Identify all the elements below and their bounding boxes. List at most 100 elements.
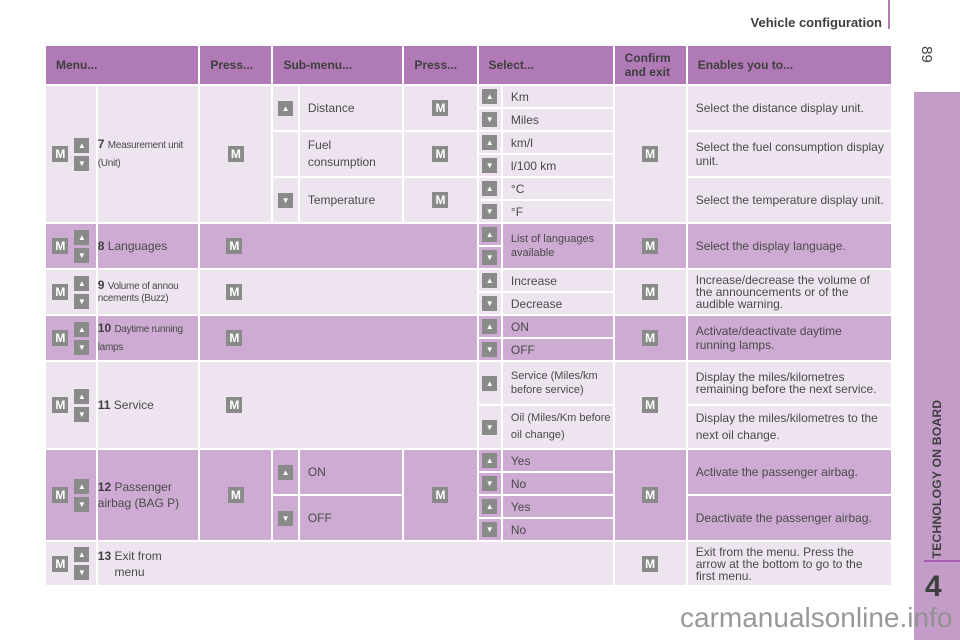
- option-off: OFF: [502, 339, 613, 360]
- m-key-icon: M: [642, 284, 659, 300]
- description: Display the miles/kilometres remaining b…: [687, 362, 891, 404]
- column-header-submenu: Sub-menu...: [273, 46, 403, 84]
- m-key-icon: M: [642, 146, 659, 162]
- arrow-down-icon: ▼: [482, 419, 498, 435]
- table-row: M ▲ ▼ 8 Languages M ▲ List of languages av…: [46, 224, 891, 268]
- description: Select the distance display unit.: [687, 86, 891, 130]
- section-title: Vehicle configuration: [750, 15, 882, 30]
- arrow-down-icon: ▼: [74, 406, 90, 422]
- arrow-up-icon: ▲: [74, 321, 90, 337]
- menu-item-12: 12 Passenger airbag (BAG P): [97, 450, 199, 540]
- menu-item-10: 10 Daytime running lamps: [97, 316, 199, 360]
- menu-item-13: 13 Exit from menu: [97, 542, 613, 585]
- option-language-list: List of languages available: [502, 224, 613, 268]
- submenu-on: ON: [299, 450, 403, 494]
- option-km-l: km/l: [502, 132, 613, 153]
- chapter-tab-divider: [924, 560, 960, 562]
- description: Select the temperature display unit.: [687, 178, 891, 222]
- submenu-fuel-consumption: Fuel consumption: [299, 132, 403, 176]
- menu-configuration-table: Menu... Press... Sub-menu... Press... Se…: [44, 44, 893, 587]
- option-yes: Yes: [502, 450, 613, 471]
- chapter-tab[interactable]: TECHNOLOGY ON BOARD 4: [914, 92, 960, 640]
- m-key-icon: M: [52, 555, 69, 572]
- arrow-down-icon: ▼: [74, 565, 90, 580]
- description: Select the fuel consumption display unit…: [687, 132, 891, 176]
- watermark: carmanualsonline.info: [680, 602, 953, 633]
- arrow-up-icon: ▲: [278, 100, 294, 116]
- arrow-up-icon: ▲: [74, 275, 90, 291]
- arrow-down-icon: ▼: [482, 112, 498, 128]
- m-key-icon: M: [52, 146, 69, 162]
- submenu-off: OFF: [299, 496, 403, 540]
- column-header-confirm: Confirm and exit: [614, 46, 686, 84]
- m-key-icon: M: [642, 397, 659, 413]
- menu-item-8: 8 Languages: [97, 224, 199, 268]
- option-fahrenheit: °F: [502, 201, 613, 222]
- option-service: Service (Miles/km before service): [502, 362, 613, 404]
- menu-nav-keys: M ▲ ▼: [46, 450, 96, 540]
- description: Select the display language.: [687, 224, 891, 268]
- table-row: M ▲ ▼ 9 Volume of annou ncements (Buzz) M …: [46, 270, 891, 314]
- arrow-up-icon: ▲: [482, 319, 498, 335]
- table-row: M ▲ ▼ 11 Service M ▲ Service (Miles/km bef…: [46, 362, 891, 448]
- arrow-down-icon: ▼: [74, 339, 90, 355]
- option-celsius: °C: [502, 178, 613, 199]
- arrow-down-icon: ▼: [482, 296, 498, 312]
- arrow-up-icon: ▲: [482, 89, 498, 105]
- menu-item-11: 11 Service: [97, 362, 199, 448]
- arrow-down-icon: ▼: [482, 342, 498, 358]
- arrow-down-icon: ▼: [74, 155, 90, 171]
- m-key-icon: M: [642, 330, 659, 346]
- column-header-menu: Menu...: [46, 46, 199, 84]
- arrow-up-icon: ▲: [482, 273, 498, 289]
- table-row: M ▲ ▼ 7 Measurement unit (Unit) M ▲ Distan…: [46, 86, 891, 222]
- arrow-down-icon: ▼: [74, 247, 90, 263]
- m-key-icon: M: [52, 284, 69, 300]
- m-key-icon: M: [642, 555, 659, 572]
- arrow-down-icon: ▼: [74, 496, 90, 512]
- arrow-up-icon: ▲: [482, 181, 498, 197]
- table-row: M ▲ ▼ 12 Passenger airbag (BAG P) M ▲ ON M…: [46, 450, 891, 540]
- submenu-temperature: Temperature: [299, 178, 403, 222]
- arrow-up-icon: ▲: [482, 135, 498, 151]
- arrow-down-icon: ▼: [482, 158, 498, 174]
- description: Activate the passenger airbag.: [687, 450, 891, 494]
- m-key-icon: M: [432, 192, 449, 208]
- m-key-icon: M: [432, 487, 449, 503]
- table-row: M ▲ ▼ 10 Daytime running lamps M ▲ ON M Ac…: [46, 316, 891, 360]
- m-key-icon: M: [432, 146, 449, 162]
- m-key-icon: M: [227, 146, 244, 162]
- m-key-icon: M: [52, 487, 69, 503]
- description: Display the miles/kilometres to the next…: [687, 406, 891, 448]
- m-key-icon: M: [642, 238, 659, 254]
- arrow-up-icon: ▲: [74, 388, 90, 404]
- column-header-enables: Enables you to...: [687, 46, 891, 84]
- menu-nav-keys: M ▲ ▼: [46, 542, 96, 585]
- arrow-down-icon: ▼: [278, 510, 294, 526]
- header-divider: [888, 0, 890, 29]
- table-header-row: Menu... Press... Sub-menu... Press... Se…: [46, 46, 891, 84]
- option-miles: Miles: [502, 109, 613, 130]
- option-km: Km: [502, 86, 613, 107]
- menu-nav-keys: M ▲ ▼: [46, 362, 96, 448]
- submenu-distance: Distance: [299, 86, 403, 130]
- m-key-icon: M: [227, 487, 244, 503]
- option-on: ON: [502, 316, 613, 337]
- menu-nav-keys: M ▲ ▼: [46, 270, 96, 314]
- arrow-up-icon: ▲: [482, 499, 498, 515]
- description: Increase/decrease the volume of the anno…: [687, 270, 891, 314]
- arrow-up-icon: ▲: [482, 375, 498, 391]
- arrow-down-icon: ▼: [482, 250, 498, 266]
- m-key-icon: M: [52, 330, 69, 346]
- option-decrease: Decrease: [502, 293, 613, 314]
- description: Exit from the menu. Press the arrow at t…: [687, 542, 891, 585]
- m-key-icon: M: [226, 330, 243, 346]
- arrow-down-icon: ▼: [482, 204, 498, 220]
- menu-nav-keys: M ▲ ▼: [46, 224, 96, 268]
- option-yes: Yes: [502, 496, 613, 517]
- arrow-down-icon: ▼: [278, 192, 294, 208]
- option-no: No: [502, 473, 613, 494]
- arrow-up-icon: ▲: [74, 229, 90, 245]
- column-header-select: Select...: [478, 46, 613, 84]
- description: Deactivate the passenger airbag.: [687, 496, 891, 540]
